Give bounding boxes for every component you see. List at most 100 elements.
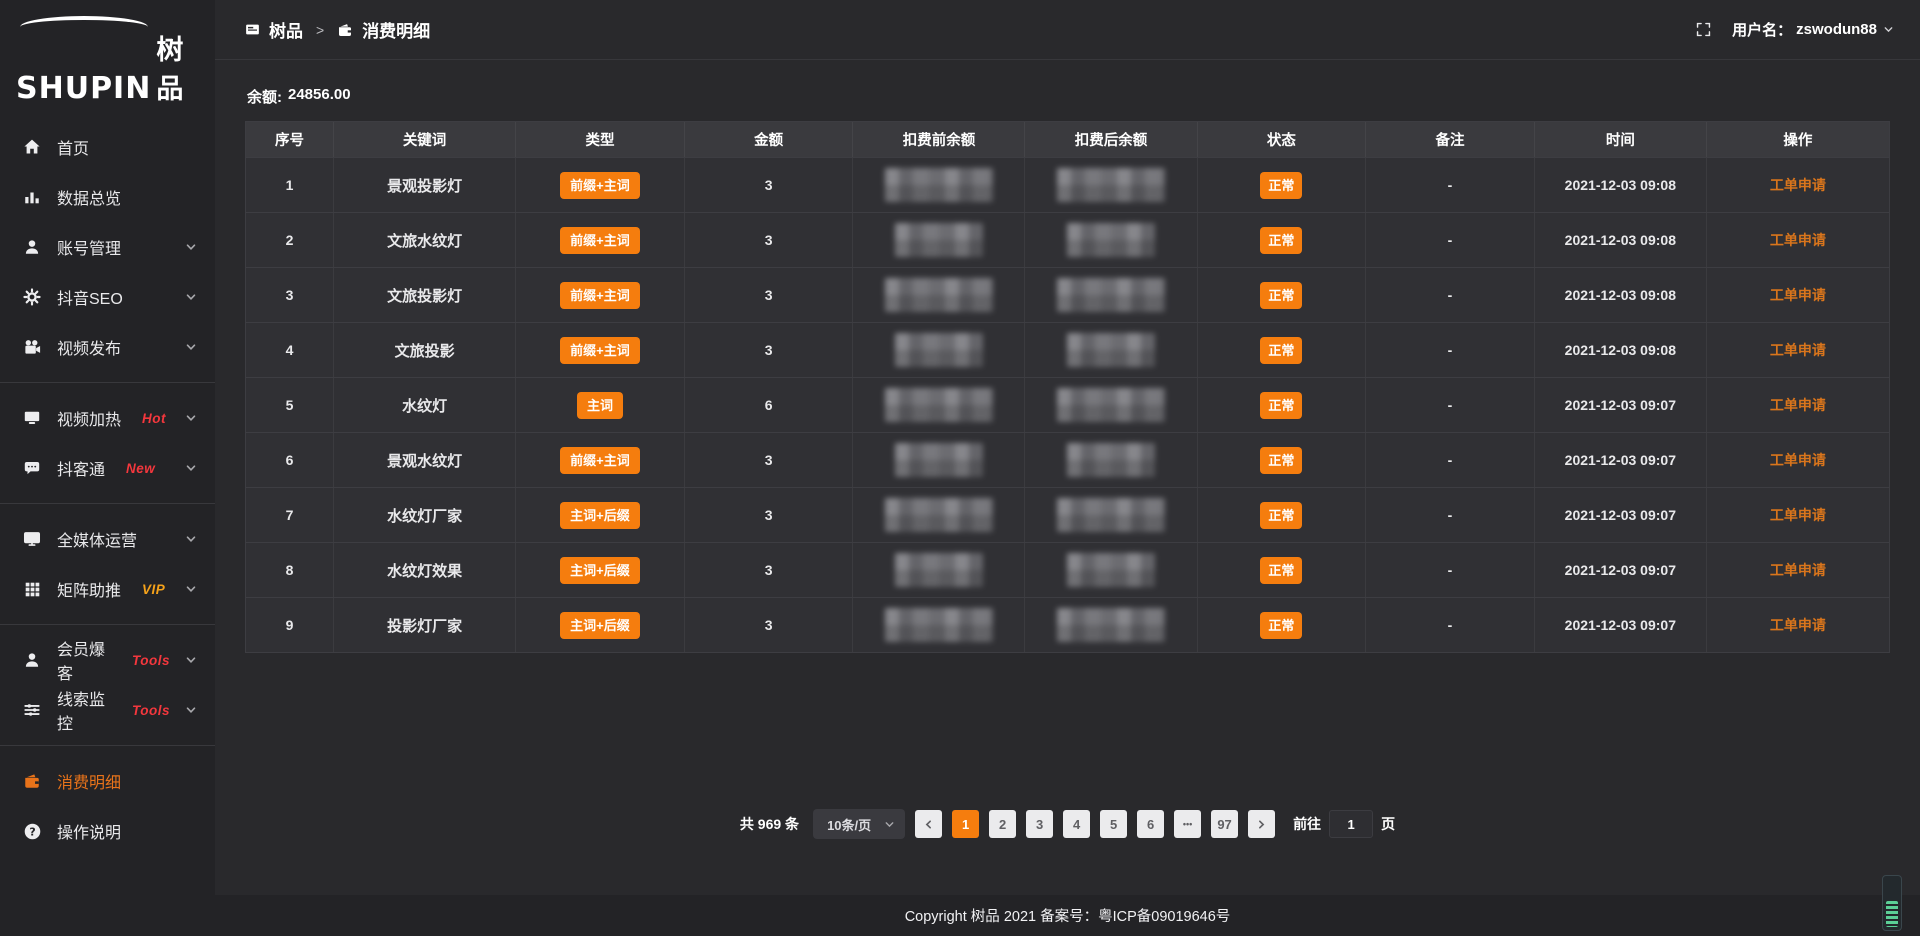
- chevron-down-icon: [185, 291, 197, 303]
- work-order-apply-link[interactable]: 工单申请: [1770, 340, 1826, 360]
- row-keyword-cell: 投影灯厂家: [334, 598, 516, 652]
- sidebar-item-data-overview[interactable]: 数据总览: [0, 172, 215, 222]
- page-size-select[interactable]: 10条/页: [813, 809, 905, 839]
- total-count: 共 969 条: [740, 814, 799, 834]
- column-header: 扣费前余额: [853, 122, 1025, 157]
- sidebar-item-home[interactable]: 首页: [0, 122, 215, 172]
- sidebar-item-label: 视频发布: [57, 335, 121, 359]
- page-button[interactable]: 6: [1137, 810, 1164, 838]
- grid-icon: [22, 579, 42, 599]
- page-button[interactable]: 3: [1026, 810, 1053, 838]
- page-button[interactable]: 97: [1211, 810, 1238, 838]
- sidebar-item-video-heating[interactable]: 视频加热 Hot: [0, 393, 215, 443]
- balance-before-cell: [853, 213, 1025, 267]
- sidebar-item-clue-monitor[interactable]: 线索监控 Tools: [0, 685, 215, 735]
- page-button[interactable]: 1: [952, 810, 979, 838]
- work-order-apply-link[interactable]: 工单申请: [1770, 230, 1826, 250]
- bar-chart-icon: [22, 187, 42, 207]
- sidebar-item-instructions[interactable]: ? 操作说明: [0, 806, 215, 856]
- row-status-cell: 正常: [1198, 488, 1367, 542]
- page-ellipsis-button[interactable]: •••: [1174, 810, 1201, 838]
- floating-widget[interactable]: [1882, 875, 1902, 931]
- work-order-apply-link[interactable]: 工单申请: [1770, 175, 1826, 195]
- status-badge: 正常: [1260, 502, 1302, 529]
- chevron-down-icon: [185, 462, 197, 474]
- row-status-cell: 正常: [1198, 213, 1367, 267]
- page-size-value: 10条/页: [827, 815, 871, 834]
- sidebar-item-matrix-boost[interactable]: 矩阵助推 VIP: [0, 564, 215, 614]
- row-action-cell: 工单申请: [1707, 213, 1889, 267]
- row-index-cell: 8: [246, 543, 334, 597]
- logo-text-cn: 树品: [156, 28, 201, 106]
- balance-before-cell: [853, 543, 1025, 597]
- row-status-cell: 正常: [1198, 268, 1367, 322]
- copyright-text: Copyright 树品 2021 备案号：粤ICP备09019646号: [905, 905, 1231, 926]
- prev-page-button[interactable]: [915, 810, 942, 838]
- work-order-apply-link[interactable]: 工单申请: [1770, 450, 1826, 470]
- next-page-button[interactable]: [1248, 810, 1275, 838]
- sidebar-item-member-baoke[interactable]: 会员爆客 Tools: [0, 635, 215, 685]
- table-row: 8水纹灯效果主词+后缀3正常-2021-12-03 09:07工单申请: [246, 542, 1889, 597]
- censored-value: [895, 223, 983, 257]
- page-button[interactable]: 2: [989, 810, 1016, 838]
- sidebar-item-consumption-detail[interactable]: 消费明细: [0, 756, 215, 806]
- row-amount-cell: 3: [685, 323, 854, 377]
- row-keyword-cell: 水纹灯厂家: [334, 488, 516, 542]
- username-label: 用户名：: [1732, 19, 1792, 40]
- balance-after-cell: [1025, 378, 1197, 432]
- user-menu[interactable]: 用户名： zswodun88: [1732, 19, 1894, 40]
- row-type-cell: 前缀+主词: [516, 268, 685, 322]
- row-keyword-cell: 文旅投影: [334, 323, 516, 377]
- row-index-cell: 7: [246, 488, 334, 542]
- sidebar-item-douyin-seo[interactable]: 抖音SEO: [0, 272, 215, 322]
- column-header: 类型: [516, 122, 685, 157]
- sidebar-item-video-publish[interactable]: 视频发布: [0, 322, 215, 372]
- status-badge: 正常: [1260, 392, 1302, 419]
- row-amount-cell: 3: [685, 158, 854, 212]
- page-jump-input[interactable]: [1329, 810, 1373, 838]
- row-status-cell: 正常: [1198, 323, 1367, 377]
- sidebar-item-account-management[interactable]: 账号管理: [0, 222, 215, 272]
- row-amount-cell: 3: [685, 598, 854, 652]
- sidebar-divider: [0, 624, 215, 625]
- censored-value: [1057, 168, 1165, 202]
- table-row: 7水纹灯厂家主词+后缀3正常-2021-12-03 09:07工单申请: [246, 487, 1889, 542]
- row-remark-cell: -: [1366, 488, 1535, 542]
- sidebar-item-all-media-operation[interactable]: 全媒体运营: [0, 514, 215, 564]
- logo-text-en: SHUPIN: [16, 71, 151, 106]
- sliders-icon: [22, 700, 42, 720]
- balance-before-cell: [853, 598, 1025, 652]
- row-time-cell: 2021-12-03 09:07: [1535, 488, 1707, 542]
- type-badge: 主词+后缀: [560, 502, 640, 529]
- work-order-apply-link[interactable]: 工单申请: [1770, 505, 1826, 525]
- status-badge: 正常: [1260, 557, 1302, 584]
- work-order-apply-link[interactable]: 工单申请: [1770, 395, 1826, 415]
- row-index-cell: 4: [246, 323, 334, 377]
- censored-value: [885, 278, 993, 312]
- work-order-apply-link[interactable]: 工单申请: [1770, 285, 1826, 305]
- jump-label-before: 前往: [1293, 814, 1321, 834]
- column-header: 时间: [1535, 122, 1707, 157]
- breadcrumb-root[interactable]: 树品: [269, 17, 303, 42]
- table-row: 2文旅水纹灯前缀+主词3正常-2021-12-03 09:08工单申请: [246, 212, 1889, 267]
- sidebar-item-douketong[interactable]: 抖客通 New: [0, 443, 215, 493]
- sidebar-item-label: 操作说明: [57, 819, 121, 843]
- censored-value: [1057, 608, 1165, 642]
- sidebar-item-label: 全媒体运营: [57, 527, 137, 551]
- balance-after-cell: [1025, 158, 1197, 212]
- balance-before-cell: [853, 433, 1025, 487]
- main-area: 树品 > 消费明细 用户名： zswodun88 余额:: [215, 0, 1920, 936]
- page-button[interactable]: 5: [1100, 810, 1127, 838]
- work-order-apply-link[interactable]: 工单申请: [1770, 560, 1826, 580]
- table-row: 1景观投影灯前缀+主词3正常-2021-12-03 09:08工单申请: [246, 157, 1889, 212]
- row-remark-cell: -: [1366, 433, 1535, 487]
- page-button[interactable]: 4: [1063, 810, 1090, 838]
- fullscreen-icon[interactable]: [1695, 21, 1712, 38]
- row-time-cell: 2021-12-03 09:07: [1535, 378, 1707, 432]
- censored-value: [885, 168, 993, 202]
- censored-value: [1067, 333, 1155, 367]
- status-badge: 正常: [1260, 447, 1302, 474]
- work-order-apply-link[interactable]: 工单申请: [1770, 615, 1826, 635]
- svg-text:?: ?: [29, 825, 35, 838]
- type-badge: 前缀+主词: [560, 172, 640, 199]
